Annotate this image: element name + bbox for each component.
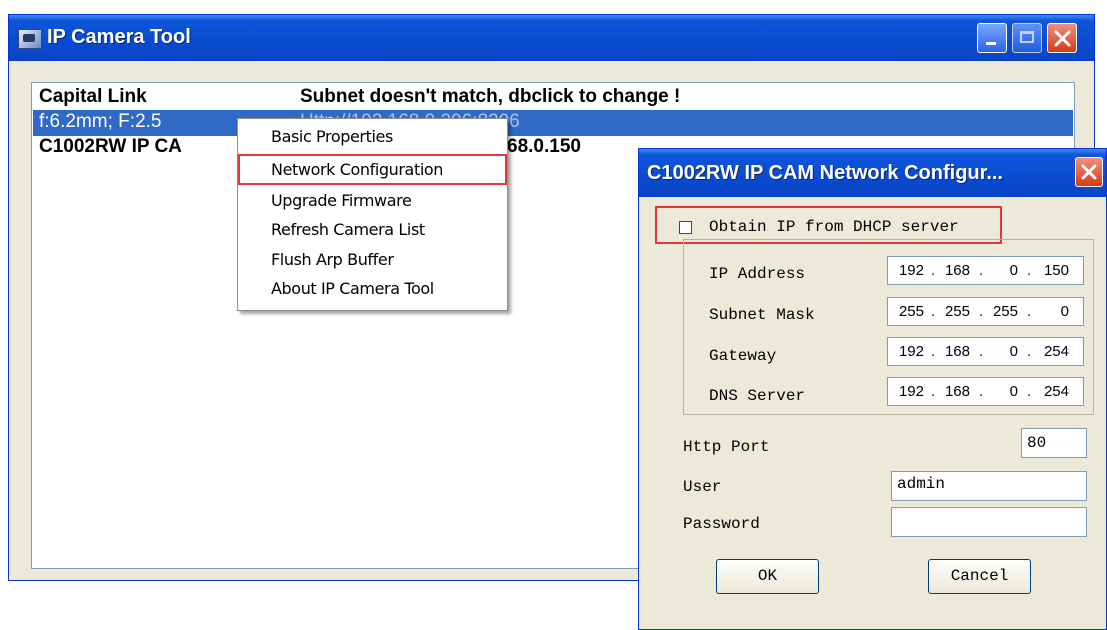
- ip-dot: .: [1027, 262, 1032, 279]
- ip-octet: 255: [992, 303, 1018, 320]
- password-field[interactable]: [891, 507, 1087, 537]
- ip-address-label: IP Address: [709, 265, 806, 283]
- ip-octet: 168: [944, 383, 970, 400]
- ip-octet: 0: [1009, 343, 1018, 360]
- close-icon: [1054, 30, 1071, 47]
- ip-octet: 255: [944, 303, 970, 320]
- cancel-button[interactable]: Cancel: [928, 559, 1031, 594]
- ip-octet: 254: [1043, 343, 1069, 360]
- dns-server-field[interactable]: 192 . 168 . 0 . 254: [887, 377, 1084, 406]
- camera-list-row-selected[interactable]: f:6.2mm; F:2.5 Http://192.168.0.206:8206: [33, 110, 1073, 136]
- http-port-field[interactable]: 80: [1021, 428, 1087, 458]
- camera-name: Capital Link: [39, 86, 147, 107]
- dhcp-checkbox[interactable]: [679, 221, 692, 234]
- camera-status: Subnet doesn't match, dbclick to change …: [300, 86, 681, 107]
- ip-octet: 0: [1009, 383, 1018, 400]
- ip-octet: 150: [1043, 262, 1069, 279]
- dhcp-label[interactable]: Obtain IP from DHCP server: [709, 218, 959, 236]
- network-config-dialog: C1002RW IP CAM Network Configur... Obtai…: [638, 148, 1107, 630]
- ip-octet: 192: [898, 262, 924, 279]
- ip-dot: .: [1027, 343, 1032, 360]
- context-menu: Basic Properties Network Configuration U…: [237, 118, 508, 311]
- main-titlebar[interactable]: IP Camera Tool: [9, 15, 1094, 61]
- user-field[interactable]: admin: [891, 471, 1087, 501]
- ip-octet: 0: [1009, 262, 1018, 279]
- menu-item-flush-arp-buffer[interactable]: Flush Arp Buffer: [240, 246, 505, 273]
- menu-item-about[interactable]: About IP Camera Tool: [240, 275, 505, 302]
- menu-item-refresh-camera-list[interactable]: Refresh Camera List: [240, 216, 505, 243]
- ip-octet: 192: [898, 383, 924, 400]
- camera-app-icon: [18, 29, 42, 49]
- camera-list-row[interactable]: Capital Link Subnet doesn't match, dbcli…: [33, 85, 1073, 111]
- close-button[interactable]: [1047, 23, 1077, 53]
- ip-octet: 255: [898, 303, 924, 320]
- ip-octet: 0: [1060, 303, 1069, 320]
- minimize-button[interactable]: [977, 23, 1007, 53]
- window-title: IP Camera Tool: [47, 26, 191, 48]
- ip-address-field[interactable]: 192 . 168 . 0 . 150: [887, 256, 1084, 285]
- ip-dot: .: [1027, 303, 1032, 320]
- http-port-label: Http Port: [683, 438, 770, 456]
- dns-server-label: DNS Server: [709, 387, 806, 405]
- ip-dot: .: [1027, 383, 1032, 400]
- subnet-mask-label: Subnet Mask: [709, 306, 815, 324]
- ip-octet: 168: [944, 262, 970, 279]
- dialog-titlebar[interactable]: C1002RW IP CAM Network Configur...: [639, 149, 1106, 197]
- menu-item-upgrade-firmware[interactable]: Upgrade Firmware: [240, 187, 505, 214]
- camera-name: C1002RW IP CA: [39, 136, 182, 157]
- dialog-close-button[interactable]: [1075, 157, 1103, 187]
- maximize-button[interactable]: [1012, 23, 1042, 53]
- subnet-mask-field[interactable]: 255 . 255 . 255 . 0: [887, 297, 1084, 326]
- menu-item-network-configuration[interactable]: Network Configuration: [240, 156, 505, 183]
- gateway-field[interactable]: 192 . 168 . 0 . 254: [887, 337, 1084, 366]
- ip-octet: 168: [944, 343, 970, 360]
- password-label: Password: [683, 515, 760, 533]
- dialog-title: C1002RW IP CAM Network Configur...: [647, 162, 1003, 184]
- close-icon: [1081, 164, 1097, 180]
- ip-octet: 254: [1043, 383, 1069, 400]
- ok-button[interactable]: OK: [716, 559, 819, 594]
- gateway-label: Gateway: [709, 347, 777, 365]
- user-label: User: [683, 478, 722, 496]
- menu-item-basic-properties[interactable]: Basic Properties: [240, 123, 505, 150]
- camera-name: f:6.2mm; F:2.5: [39, 111, 162, 132]
- ip-octet: 192: [898, 343, 924, 360]
- camera-address: 68.0.150: [507, 136, 581, 157]
